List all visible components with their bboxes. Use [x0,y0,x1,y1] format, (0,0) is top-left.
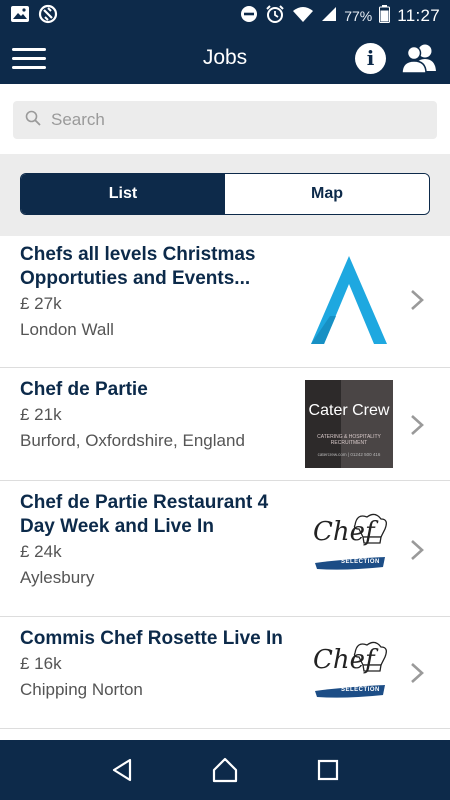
search-field[interactable] [13,101,437,139]
home-icon[interactable] [209,754,241,786]
search-input[interactable] [51,110,411,130]
job-salary: £ 16k [20,654,62,673]
info-icon[interactable]: i [355,42,386,74]
job-title: Chef de Partie [20,379,148,400]
job-list-item[interactable]: Commis Chef Rosette Live In £ 16k Chippi… [0,617,450,729]
image-icon [10,5,30,28]
hamburger-menu-icon[interactable] [12,43,46,73]
map-tab[interactable]: Map [225,174,429,214]
back-icon[interactable] [106,754,138,786]
job-list-item[interactable]: Chef de Partie £ 21k Burford, Oxfordshir… [0,368,450,481]
job-location: Aylesbury [20,568,95,587]
chevron-right-icon [410,662,424,684]
search-area [0,84,450,154]
job-location: Burford, Oxfordshire, England [20,431,245,450]
do-not-disturb-icon [240,5,258,28]
system-nav-bar [0,740,450,800]
clock: 11:27 [397,6,440,25]
job-list-item[interactable]: Chefs all levels Christmas Opportuties a… [0,236,450,368]
cellular-signal-icon [321,6,337,27]
chevron-right-icon [410,539,424,561]
search-icon [25,110,41,131]
job-title: Commis Chef Rosette Live In [20,628,283,649]
view-toggle-area: List Map [0,154,450,236]
chevron-right-icon [410,414,424,436]
battery-icon [379,4,391,28]
chef-selection-logo: Chef SELECTION [305,639,393,705]
chevron-right-icon [410,289,424,311]
job-list-item[interactable]: Chef de Partie Restaurant 4 Day Week and… [0,481,450,617]
job-location: London Wall [20,320,114,339]
status-bar: 77% 11:27 [0,0,450,32]
users-icon[interactable] [400,42,438,74]
alarm-icon [265,4,285,29]
chef-selection-logo: Chef SELECTION [305,511,393,577]
no-sync-icon [38,4,58,29]
cater-crew-logo: Cater Crew CATERING & HOSPITALITY RECRUI… [305,380,393,468]
job-salary: £ 21k [20,405,62,424]
wifi-icon [292,5,314,28]
job-location: Chipping Norton [20,680,143,699]
list-tab[interactable]: List [21,174,225,214]
recents-icon[interactable] [312,754,344,786]
battery-percent: 77% [344,8,373,24]
job-list: Chefs all levels Christmas Opportuties a… [0,236,450,729]
job-title: Chef de Partie Restaurant 4 Day Week and… [20,492,269,537]
job-salary: £ 27k [20,294,62,313]
blue-chevron-logo [305,256,393,344]
view-toggle: List Map [20,173,430,215]
job-salary: £ 24k [20,542,62,561]
app-bar: Jobs i [0,32,450,84]
job-title: Chefs all levels Christmas Opportuties a… [20,244,256,289]
